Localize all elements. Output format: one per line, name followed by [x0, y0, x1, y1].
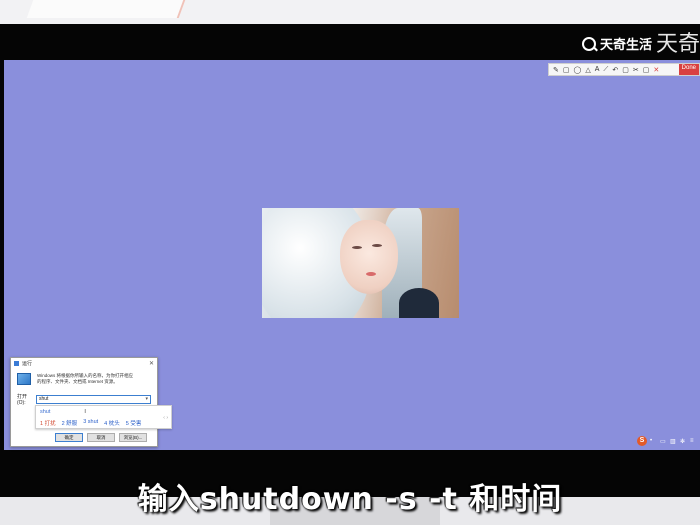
background-band: [0, 0, 700, 26]
keyboard-icon[interactable]: ▭: [660, 438, 667, 445]
art-eye-left: [352, 246, 362, 249]
watermark-corner: 天奇: [655, 32, 700, 57]
anime-artwork: [262, 208, 459, 318]
close-icon[interactable]: ✕: [653, 66, 659, 74]
open-input[interactable]: shut ▾: [36, 395, 151, 404]
ok-button[interactable]: 确定: [55, 433, 83, 442]
ime-composition-text: shut: [40, 409, 51, 415]
ime-candidate[interactable]: 5 受害: [126, 419, 142, 427]
desktop: ✎ ▢ ◯ △ A ⟋ ↶ ▢ ✂ ▢ ✕ Done 运行 ✕ Windows …: [4, 60, 700, 450]
screenshot-toolbar: ✎ ▢ ◯ △ A ⟋ ↶ ▢ ✂ ▢ ✕ Done: [548, 63, 700, 76]
watermark: 天奇生活: [581, 34, 652, 53]
save-icon[interactable]: ▢: [622, 66, 629, 74]
browse-button[interactable]: 浏览(B)...: [119, 433, 147, 442]
rectangle-icon[interactable]: ▢: [563, 66, 570, 74]
ime-candidate[interactable]: 4 枕头: [104, 419, 120, 427]
cancel-button[interactable]: 取消: [87, 433, 115, 442]
chevron-down-icon[interactable]: ▾: [145, 396, 148, 403]
ime-logo-icon[interactable]: S: [637, 436, 647, 446]
cut-icon[interactable]: ✂: [633, 66, 639, 74]
run-description: Windows 将根据你所输入的名称，为你打开相应的程序、文件夹、文档或 Int…: [37, 373, 134, 384]
ime-composition: shut I: [36, 406, 171, 418]
punctuation-icon[interactable]: •: [650, 438, 657, 445]
ime-candidate[interactable]: 2 舒服: [62, 419, 78, 427]
art-face: [340, 220, 398, 294]
undo-icon[interactable]: ↶: [612, 66, 618, 74]
settings-icon[interactable]: ✻: [680, 438, 687, 445]
network-icon[interactable]: ▥: [670, 438, 677, 445]
run-dialog-titlebar[interactable]: 运行 ✕: [11, 358, 157, 368]
system-tray: S • ▭ ▥ ✻ ≡: [637, 436, 697, 446]
ime-candidate[interactable]: 1 打扰: [40, 419, 56, 427]
watermark-brand: 天奇生活: [599, 37, 652, 52]
run-app-icon: [14, 360, 19, 366]
line-icon[interactable]: ⟋: [603, 66, 608, 74]
search-icon: [581, 36, 596, 51]
background-paper: [26, 0, 186, 18]
close-icon[interactable]: ✕: [149, 360, 154, 367]
menu-icon[interactable]: ≡: [690, 438, 697, 445]
run-program-icon: [17, 373, 31, 385]
done-button[interactable]: Done: [678, 64, 699, 75]
run-dialog-title: 运行: [22, 360, 33, 367]
open-input-value: shut: [39, 396, 49, 402]
art-lips: [366, 272, 376, 276]
ime-candidate-window: shut I 1 打扰 2 舒服 3 shut 4 枕头 5 受害 ‹ ›: [35, 405, 172, 429]
triangle-icon[interactable]: △: [585, 66, 590, 74]
art-eye-right: [372, 244, 382, 247]
run-dialog: 运行 ✕ Windows 将根据你所输入的名称，为你打开相应的程序、文件夹、文档…: [10, 357, 158, 447]
ime-page-arrows[interactable]: ‹ ›: [163, 415, 168, 421]
ellipse-icon[interactable]: ◯: [574, 66, 582, 74]
open-label: 打开(O):: [17, 394, 28, 406]
pen-icon[interactable]: ✎: [553, 66, 559, 74]
video-subtitle: 输入shutdown -s -t 和时间: [137, 482, 563, 517]
ime-candidate[interactable]: 3 shut: [83, 419, 98, 427]
text-cursor-icon: I: [84, 409, 86, 415]
art-shadow: [399, 288, 439, 318]
text-icon[interactable]: A: [595, 66, 600, 73]
copy-icon[interactable]: ▢: [643, 66, 650, 74]
